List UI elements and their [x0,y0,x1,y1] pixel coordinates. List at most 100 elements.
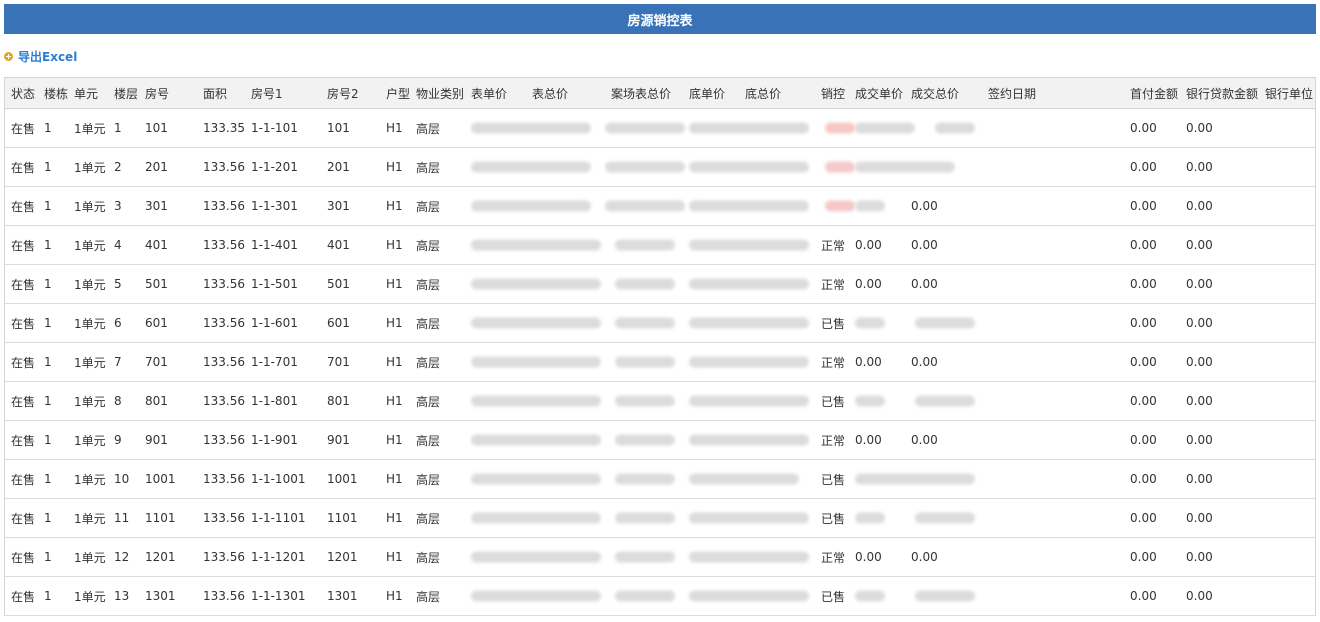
cell-room1: 1-1-601 [251,316,298,330]
redacted-value [689,200,809,212]
cell-deal-total: 0.00 [911,550,938,564]
cell-area: 133.56 [203,160,245,174]
table-row[interactable]: 在售 1 1单元 1 101 133.35 1-1-101 101 H1 高层 0.00 0.00 [5,109,1315,148]
cell-floor: 13 [114,589,130,603]
table-row[interactable]: 在售 1 1单元 4 401 133.56 1-1-401 401 H1 高层 正常 0.00 0.00… [5,226,1315,265]
column-header: 面积 [203,86,228,101]
cell-property: 高层 [416,394,441,409]
redacted-value [689,239,809,251]
redacted-value [855,161,955,173]
cell-building: 1 [44,433,52,447]
redacted-value [689,356,809,368]
cell-room1: 1-1-1101 [251,511,306,525]
cell-status: 在售 [11,199,36,214]
redacted-value [855,395,885,407]
redacted-value [605,200,685,212]
cell-room1: 1-1-1201 [251,550,306,564]
cell-room2: 201 [327,160,350,174]
cell-area: 133.56 [203,511,245,525]
table-row[interactable]: 在售 1 1单元 7 701 133.56 1-1-701 701 H1 高层 正常 0.00 0.00… [5,343,1315,382]
cell-deal-total: 0.00 [911,238,938,252]
cell-room: 1301 [145,589,176,603]
cell-room1: 1-1-501 [251,277,298,291]
table-row[interactable]: 在售 1 1单元 2 201 133.56 1-1-201 201 H1 高层 0.00 0.00 [5,148,1315,187]
export-excel-link[interactable]: 导出Excel [4,48,77,65]
cell-room: 801 [145,394,168,408]
redacted-value [855,473,975,485]
cell-area: 133.56 [203,199,245,213]
redacted-value [689,473,799,485]
cell-room: 401 [145,238,168,252]
redacted-value [825,122,855,134]
redacted-value [471,434,601,446]
cell-unit: 1单元 [74,277,106,292]
cell-area: 133.56 [203,472,245,486]
cell-area: 133.56 [203,316,245,330]
table-header: 状态 楼栋 单元 楼层 房号 面积 房号1 房号2 户型 物业类别 表单价 表总价 案场表总价 底单价 底总… [5,78,1315,109]
cell-loan: 0.00 [1186,121,1213,135]
column-header: 银行单位 [1265,86,1314,101]
table-row[interactable]: 在售 1 1单元 6 601 133.56 1-1-601 601 H1 高层 已售 0.00 0.00 [5,304,1315,343]
cell-area: 133.56 [203,277,245,291]
column-header: 底单价 [689,86,726,101]
redacted-value [915,395,975,407]
table-row[interactable]: 在售 1 1单元 13 1301 133.56 1-1-1301 1301 H1 高层 已售 0.00… [5,577,1315,616]
cell-layout: H1 [386,121,403,135]
column-header: 单元 [74,86,99,101]
redacted-value [471,473,601,485]
redacted-value [615,239,675,251]
cell-area: 133.35 [203,121,245,135]
table-row[interactable]: 在售 1 1单元 9 901 133.56 1-1-901 901 H1 高层 正常 0.00 0.00… [5,421,1315,460]
cell-property: 高层 [416,589,441,604]
cell-building: 1 [44,199,52,213]
cell-status: 在售 [11,238,36,253]
cell-room1: 1-1-701 [251,355,298,369]
cell-status: 在售 [11,121,36,136]
cell-room2: 301 [327,199,350,213]
cell-layout: H1 [386,511,403,525]
cell-property: 高层 [416,433,441,448]
redacted-value [615,317,675,329]
redacted-value [605,122,685,134]
cell-control: 正常 [821,355,846,370]
cell-down: 0.00 [1130,472,1157,486]
redacted-value [915,590,975,602]
redacted-value [689,434,809,446]
cell-down: 0.00 [1130,394,1157,408]
cell-room1: 1-1-201 [251,160,298,174]
cell-control: 已售 [821,589,846,604]
cell-property: 高层 [416,355,441,370]
column-header: 表单价 [471,86,508,101]
cell-down: 0.00 [1130,121,1157,135]
cell-floor: 1 [114,121,122,135]
cell-control: 正常 [821,550,846,565]
cell-area: 133.56 [203,433,245,447]
redacted-value [471,551,601,563]
table-row[interactable]: 在售 1 1单元 11 1101 133.56 1-1-1101 1101 H1 高层 已售 0.00… [5,499,1315,538]
table-row[interactable]: 在售 1 1单元 12 1201 133.56 1-1-1201 1201 H1 高层 正常 0.00… [5,538,1315,577]
column-header: 状态 [11,86,36,101]
cell-property: 高层 [416,160,441,175]
cell-room1: 1-1-101 [251,121,298,135]
table-row[interactable]: 在售 1 1单元 3 301 133.56 1-1-301 301 H1 高层 0.00 0.00 0.… [5,187,1315,226]
cell-loan: 0.00 [1186,472,1213,486]
table-row[interactable]: 在售 1 1单元 10 1001 133.56 1-1-1001 1001 H1 高层 已售 0.00… [5,460,1315,499]
toolbar: 导出Excel [4,46,77,66]
redacted-value [471,512,601,524]
cell-layout: H1 [386,355,403,369]
column-header: 首付金额 [1130,86,1179,101]
cell-loan: 0.00 [1186,277,1213,291]
cell-unit: 1单元 [74,394,106,409]
redacted-value [605,161,685,173]
cell-room1: 1-1-1301 [251,589,306,603]
redacted-value [915,317,975,329]
table-row[interactable]: 在售 1 1单元 8 801 133.56 1-1-801 801 H1 高层 已售 0.00 0.00 [5,382,1315,421]
cell-property: 高层 [416,550,441,565]
redacted-value [471,356,601,368]
cell-property: 高层 [416,316,441,331]
cell-layout: H1 [386,394,403,408]
cell-room2: 101 [327,121,350,135]
column-header: 签约日期 [988,86,1037,101]
cell-unit: 1单元 [74,433,106,448]
table-row[interactable]: 在售 1 1单元 5 501 133.56 1-1-501 501 H1 高层 正常 0.00 0.00… [5,265,1315,304]
